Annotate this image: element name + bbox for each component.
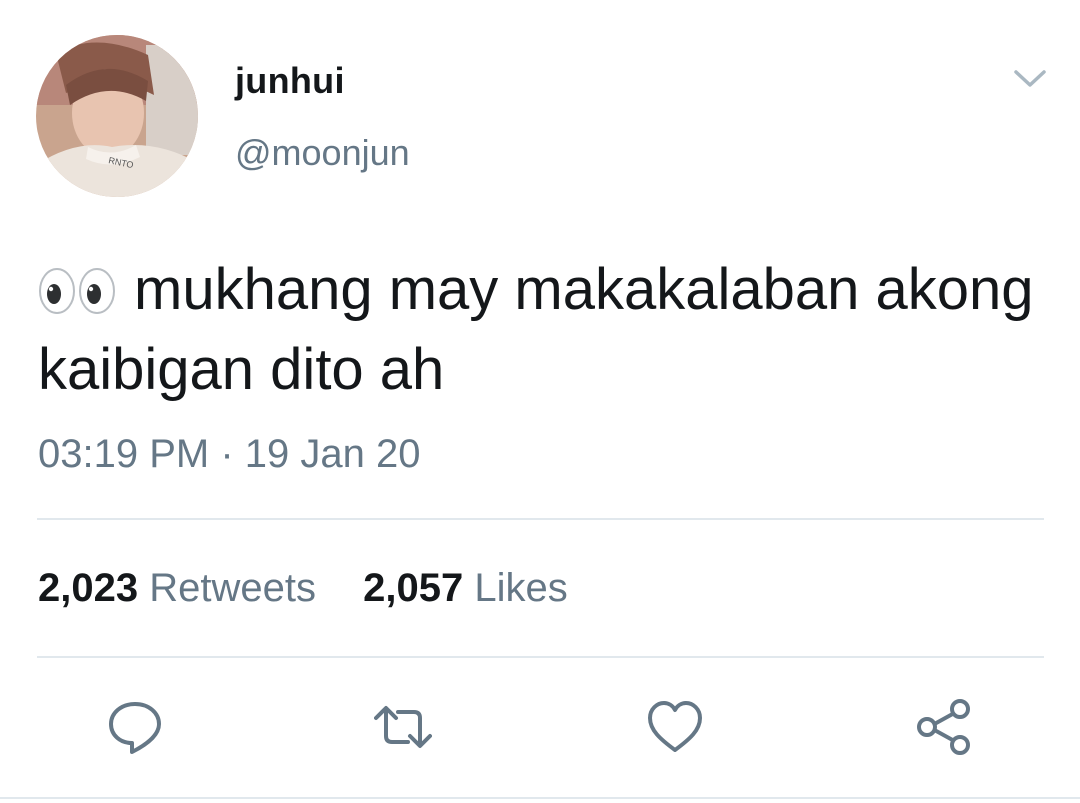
avatar-image: RNTO (36, 35, 198, 197)
retweet-button[interactable] (374, 698, 432, 756)
share-icon (917, 699, 970, 755)
like-button[interactable] (646, 698, 704, 756)
reply-button[interactable] (106, 698, 164, 756)
likes-count: 2,057 (363, 566, 464, 610)
likes-label: Likes (474, 566, 568, 610)
reply-icon (109, 702, 161, 754)
tweet-time: 03:19 PM (38, 432, 210, 476)
tweet-timestamp[interactable]: 03:19 PM · 19 Jan 20 (38, 432, 421, 477)
heart-icon (648, 701, 702, 752)
tweet-body: mukhang may makakalaban akong kaibigan d… (38, 250, 1038, 410)
tweet-menu-button[interactable] (1008, 62, 1052, 94)
chevron-down-icon (1014, 70, 1046, 87)
retweets-stat[interactable]: 2,023 Retweets (38, 566, 316, 610)
divider (37, 518, 1044, 520)
share-button[interactable] (915, 698, 973, 756)
bottom-divider (0, 797, 1080, 799)
retweet-icon (374, 706, 432, 748)
retweets-count: 2,023 (38, 566, 139, 610)
retweets-label: Retweets (149, 566, 316, 610)
eyes-emoji-icon (38, 256, 116, 314)
tweet-stats: 2,023 Retweets 2,057 Likes (38, 566, 604, 611)
author-handle[interactable]: @moonjun (235, 132, 410, 174)
timestamp-separator: · (220, 432, 234, 476)
likes-stat[interactable]: 2,057 Likes (363, 566, 568, 610)
tweet-text: mukhang may makakalaban akong kaibigan d… (38, 257, 1034, 402)
tweet-date: 19 Jan 20 (244, 432, 421, 476)
author-display-name[interactable]: junhui (235, 60, 345, 102)
divider (37, 656, 1044, 658)
avatar[interactable]: RNTO (36, 35, 198, 197)
